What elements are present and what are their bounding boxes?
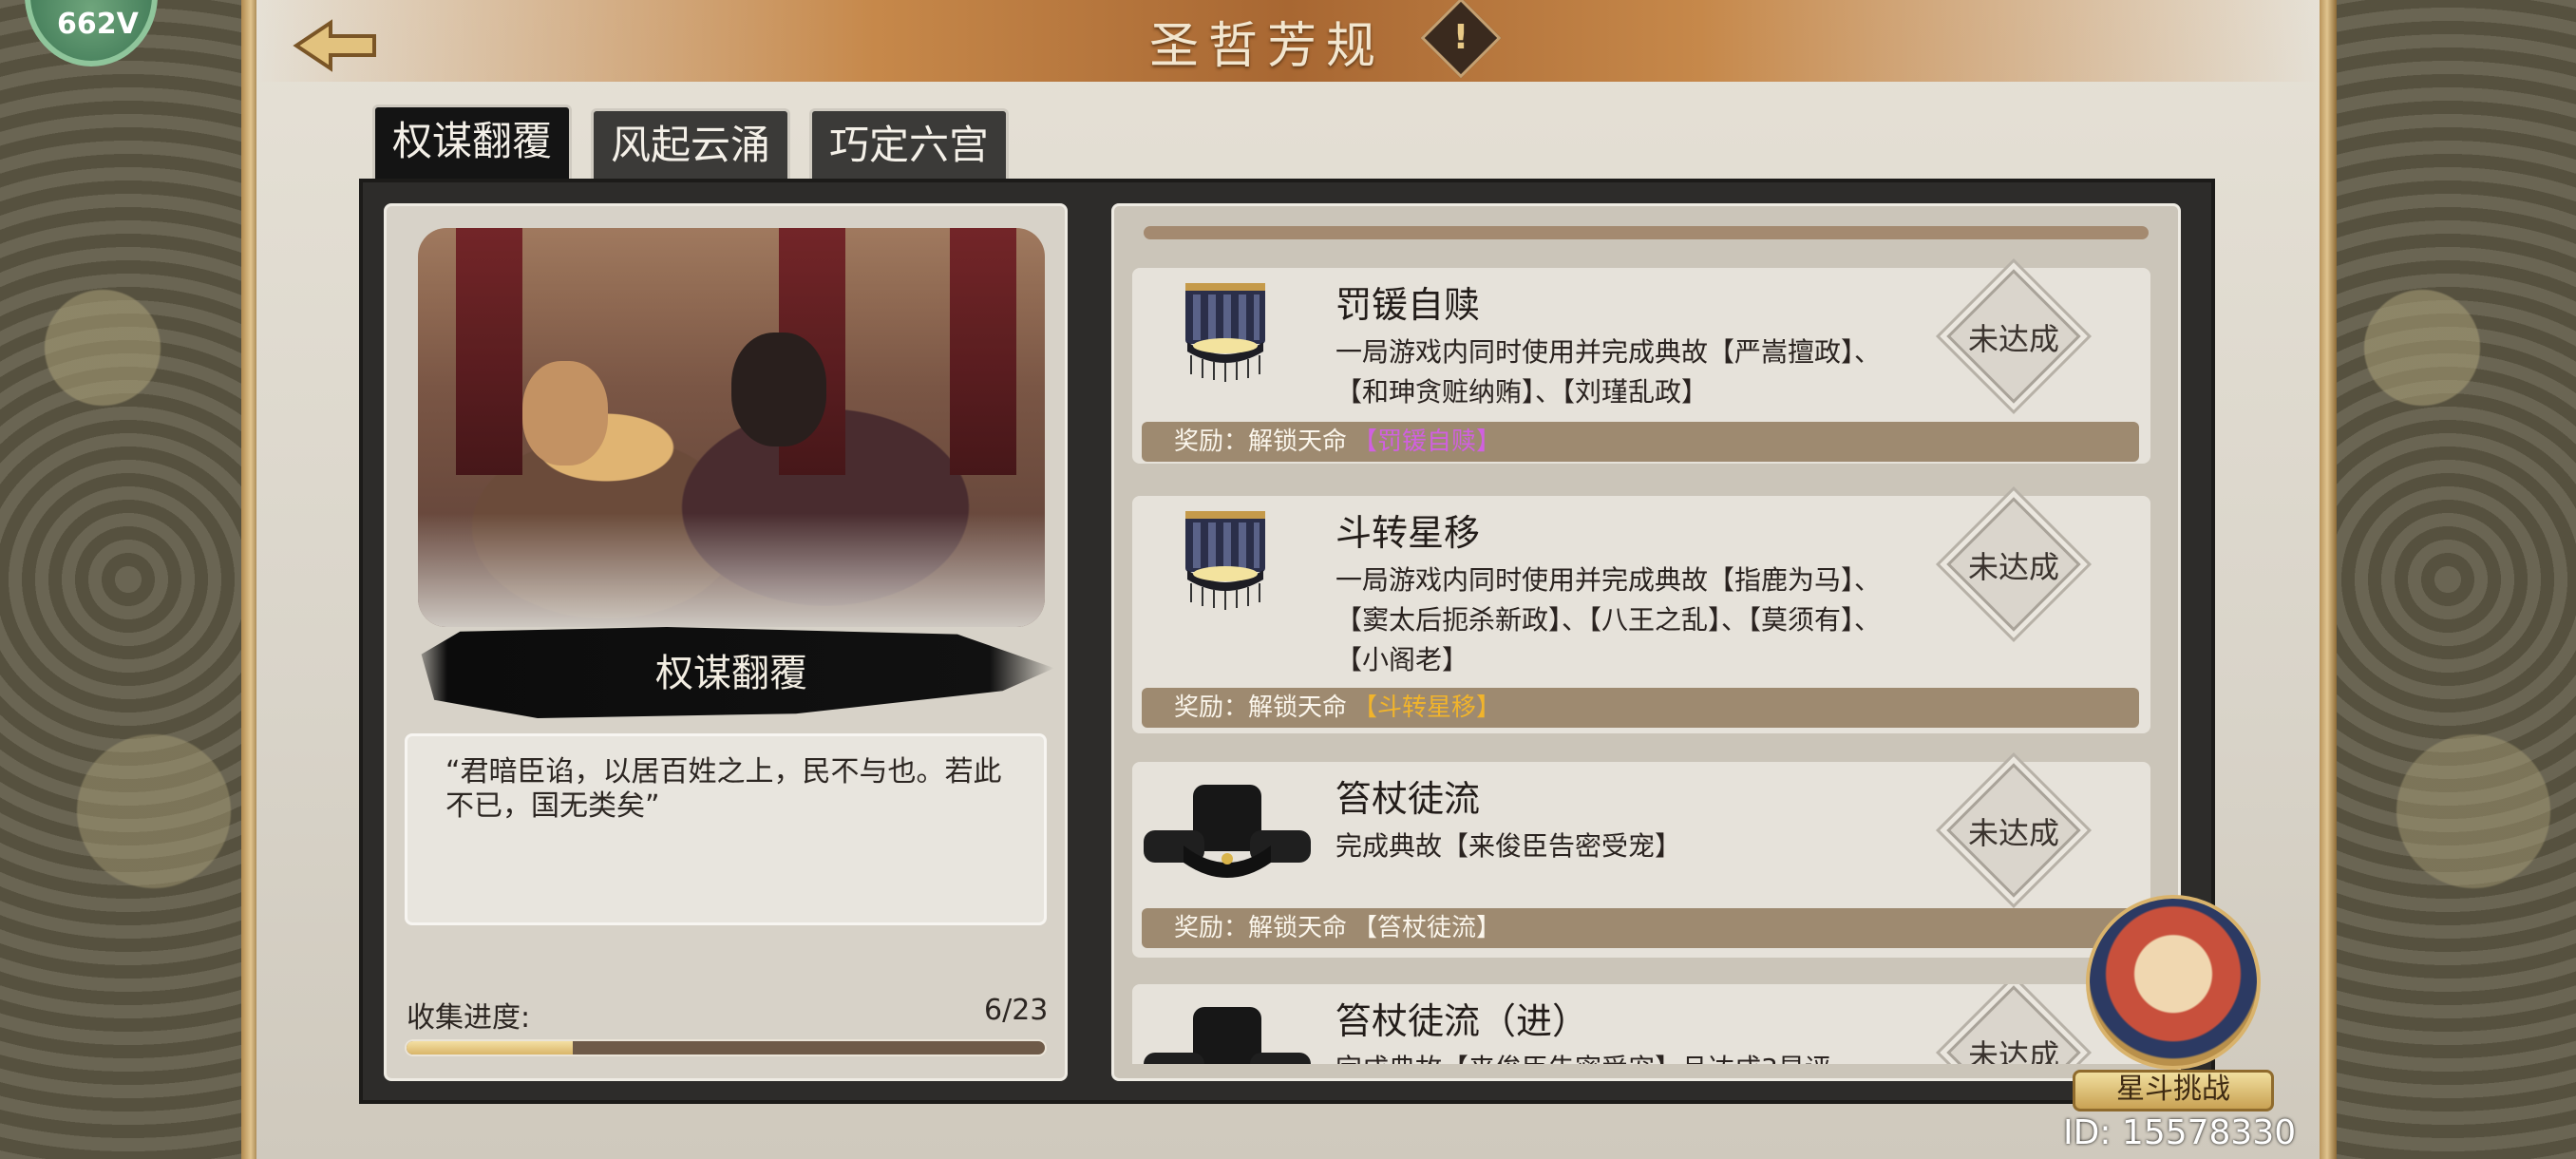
official-crown-icon [1185,511,1265,610]
reward-prefix: 奖励：解锁天命 [1174,914,1348,942]
achievement-desc: 一局游戏内同时使用并完成典故【指鹿为马】、【窦太后扼杀新政】、【八王之乱】、【莫… [1335,564,1882,675]
status-text: 未达成 [1967,815,2059,851]
achievement-card[interactable]: 罚锾自赎 一局游戏内同时使用并完成典故【严嵩擅政】、【和珅贪赃纳贿】、【刘瑾乱政… [1132,268,2150,464]
official-hat-icon [1144,1007,1311,1064]
right-gold-trim [2318,0,2337,1159]
tab-qiaoding[interactable]: 巧定六宫 [809,108,1009,180]
quote-text: “君暗臣谄，以居百姓之上，民不与也。若此不已，国无类矣” [445,755,1002,823]
reward-bar: 奖励：解锁天命 【笞杖徒流】 [1142,908,2139,948]
achievement-title: 罚锾自赎 [1335,284,1481,326]
back-arrow-icon [293,19,376,72]
official-crown-icon [1185,283,1265,382]
back-button[interactable] [293,19,378,72]
achievement-desc: 完成典故【来俊臣告密受宠】且达成3星评 [1335,1049,1886,1064]
progress-bar [405,1039,1047,1056]
achievement-card-clip: 笞杖徒流（进） 完成典故【来俊臣告密受宠】且达成3星评 未达成 [1132,984,2150,1064]
reward-prefix: 奖励：解锁天命 [1174,428,1348,456]
official-hat-icon [1144,785,1311,878]
detail-name: 权谋翻覆 [655,652,807,695]
status-badge[interactable]: 未达成 [1946,763,2081,898]
info-icon-glyph: ! [1452,18,1469,57]
reward-tag: 【斗转星移】 [1353,694,1502,722]
right-brocade-border [2320,0,2576,1159]
achievement-title: 笞杖徒流 [1335,778,1481,820]
reward-bar: 奖励：解锁天命 【斗转星移】 [1142,688,2139,728]
status-text: 未达成 [1967,321,2059,357]
progress-count: 6/23 [984,994,1049,1027]
list-scroll-edge [1144,226,2149,239]
challenge-label: 星斗挑战 [2073,1070,2274,1112]
status-badge[interactable]: 未达成 [1946,497,2081,632]
reward-tag: 【罚锾自赎】 [1353,428,1502,456]
achievement-card[interactable]: 斗转星移 一局游戏内同时使用并完成典故【指鹿为马】、【窦太后扼杀新政】、【八王之… [1132,496,2150,733]
status-badge[interactable]: 未达成 [1946,269,2081,404]
page-title: 圣哲芳规 [1149,18,1386,75]
achievement-title: 斗转星移 [1335,512,1481,554]
player-id: ID: 15578330 [2063,1113,2297,1152]
story-illustration [418,228,1045,627]
challenge-portrait [2086,895,2261,1070]
achievement-desc: 一局游戏内同时使用并完成典故【严嵩擅政】、【和珅贪赃纳贿】、【刘瑾乱政】 [1335,336,1882,408]
achievement-desc: 完成典故【来俊臣告密受宠】 [1335,830,1682,862]
quote-box: “君暗臣谄，以居百姓之上，民不与也。若此不已，国无类矣” [405,733,1047,925]
status-text: 未达成 [1967,549,2059,585]
progress-label: 收集进度: [407,1001,531,1035]
reward-bar: 奖励：解锁天命 【罚锾自赎】 [1142,422,2139,462]
star-challenge-button[interactable]: 星斗挑战 [2073,895,2274,1115]
achievement-title: 笞杖徒流（进） [1335,1000,1589,1042]
progress-bar-fill [407,1041,573,1054]
tab-quanmou[interactable]: 权谋翻覆 [372,104,572,184]
reward-tag: 【笞杖徒流】 [1353,914,1502,942]
left-brocade-border [0,0,256,1159]
avatar-badge-text: 662V [57,8,139,41]
status-badge[interactable]: 未达成 [1946,985,2081,1064]
tab-fengqi[interactable]: 风起云涌 [591,108,790,180]
status-text: 未达成 [1967,1037,2059,1064]
reward-prefix: 奖励：解锁天命 [1174,694,1348,722]
achievement-card[interactable]: 笞杖徒流 完成典故【来俊臣告密受宠】 未达成 奖励：解锁天命 【笞杖徒流】 [1132,762,2150,958]
achievement-card[interactable]: 笞杖徒流（进） 完成典故【来俊臣告密受宠】且达成3星评 未达成 [1132,984,2150,1064]
